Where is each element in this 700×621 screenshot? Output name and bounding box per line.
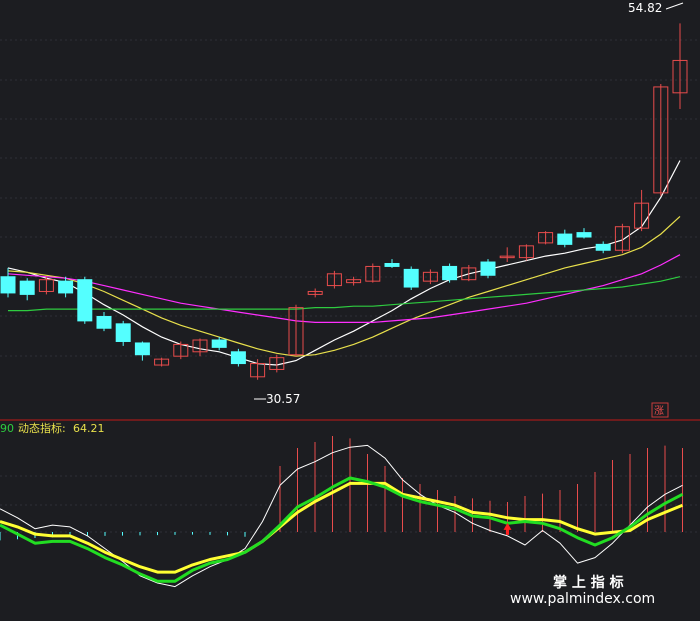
candle-body (115, 323, 131, 342)
moving-average-lines (7, 160, 681, 366)
candle-body (595, 243, 611, 251)
watermark-url: www.palmindex.com (510, 591, 655, 607)
candle-body (384, 263, 400, 267)
high-pointer-line (665, 2, 684, 10)
low-price-label: 30.57 (266, 392, 300, 406)
candle-body (0, 276, 16, 294)
indicator-white-line (0, 444, 683, 588)
candlesticks (0, 23, 688, 380)
indicator-value: 64.21 (73, 422, 105, 435)
candle-body (96, 315, 112, 329)
candle-body (557, 233, 573, 245)
candle-body (403, 268, 419, 288)
high-price-label: 54.82 (628, 1, 662, 15)
candle-body (230, 351, 246, 365)
chart-stage: 54.82 30.57 涨 90 动态指标: 64.21 掌 上 指 标 www… (0, 0, 700, 621)
indicator-lines (0, 444, 684, 588)
candle-body (442, 265, 458, 281)
candle-body (58, 280, 74, 294)
candle-body (211, 339, 227, 348)
indicator-name: 动态指标: (18, 421, 66, 435)
price-labels: 54.82 30.57 涨 (254, 1, 684, 418)
rise-marker-text: 涨 (654, 405, 664, 417)
candle-body (134, 342, 150, 356)
candle-body (480, 261, 496, 276)
stock-chart-canvas: 54.82 30.57 涨 90 动态指标: 64.21 掌 上 指 标 www… (0, 1, 700, 607)
candle-body (77, 279, 93, 322)
candle-body (19, 280, 35, 295)
red-arrow-marker (503, 522, 512, 535)
indicator-header: 90 动态指标: 64.21 (0, 421, 105, 435)
candle-body (576, 232, 592, 238)
indicator-left-value: 90 (0, 422, 14, 435)
indicator-yellow-line (0, 481, 684, 574)
watermark-title: 掌 上 指 标 (553, 574, 624, 591)
moving-average-line (7, 160, 681, 366)
